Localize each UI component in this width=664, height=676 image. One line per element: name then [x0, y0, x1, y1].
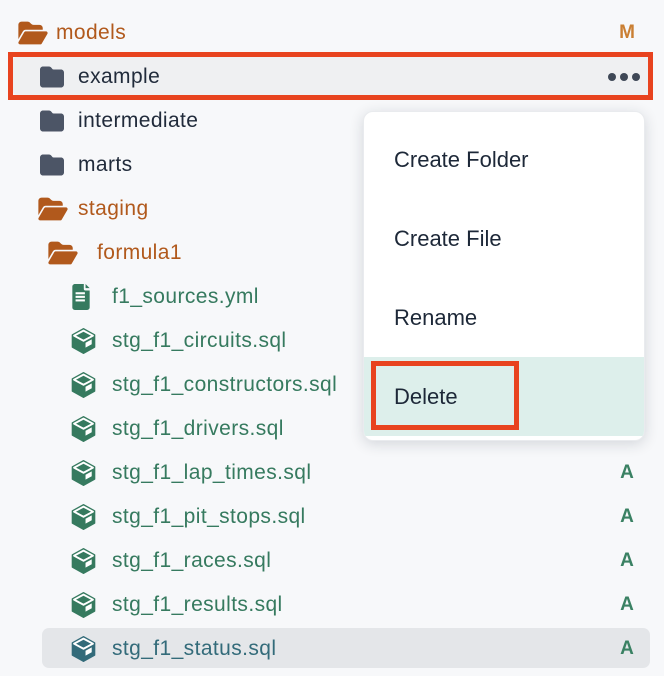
tree-label: stg_f1_constructors.sql [112, 363, 337, 407]
tree-label: stg_f1_races.sql [112, 539, 271, 583]
model-cube-icon [70, 372, 97, 399]
tree-row-stg-f1-races-sql[interactable]: stg_f1_races.sql A [0, 539, 664, 583]
tree-label: f1_sources.yml [112, 275, 259, 319]
folder-open-icon [48, 240, 78, 266]
tree-label: intermediate [78, 99, 198, 143]
tree-label: stg_f1_lap_times.sql [112, 451, 311, 495]
model-cube-icon [70, 548, 97, 575]
tree-row-stg-f1-status-sql[interactable]: stg_f1_status.sql A [0, 627, 664, 671]
ellipsis-menu-icon[interactable] [608, 73, 640, 81]
git-status-badge: A [616, 451, 638, 495]
menu-item-delete[interactable]: Delete [364, 357, 644, 436]
model-cube-icon [70, 328, 97, 355]
menu-item-rename[interactable]: Rename [364, 278, 644, 357]
tree-label: models [56, 11, 126, 55]
tree-label: formula1 [97, 231, 182, 275]
model-cube-icon [70, 416, 97, 443]
git-status-badge: A [616, 495, 638, 539]
tree-label: staging [78, 187, 149, 231]
tree-label: stg_f1_pit_stops.sql [112, 495, 306, 539]
git-status-badge: M [616, 11, 638, 55]
model-cube-icon [70, 460, 97, 487]
tree-row-stg-f1-results-sql[interactable]: stg_f1_results.sql A [0, 583, 664, 627]
tree-row-models[interactable]: models M [0, 11, 664, 55]
tree-label: example [78, 55, 160, 99]
tree-row-stg-f1-pit-stops-sql[interactable]: stg_f1_pit_stops.sql A [0, 495, 664, 539]
folder-closed-icon [38, 65, 66, 89]
git-status-badge: A [616, 539, 638, 583]
folder-open-icon [38, 196, 68, 222]
tree-label: marts [78, 143, 133, 187]
menu-item-create-folder[interactable]: Create Folder [364, 120, 644, 199]
tree-label: stg_f1_circuits.sql [112, 319, 287, 363]
folder-open-icon [18, 20, 48, 46]
folder-closed-icon [38, 153, 66, 177]
model-cube-icon [70, 504, 97, 531]
tree-row-example[interactable]: example [0, 55, 664, 99]
context-menu: Create FolderCreate FileRenameDelete [363, 111, 645, 441]
folder-closed-icon [38, 109, 66, 133]
tree-label: stg_f1_drivers.sql [112, 407, 284, 451]
tree-label: stg_f1_results.sql [112, 583, 283, 627]
git-status-badge: A [616, 627, 638, 671]
menu-item-create-file[interactable]: Create File [364, 199, 644, 278]
tree-row-stg-f1-lap-times-sql[interactable]: stg_f1_lap_times.sql A [0, 451, 664, 495]
git-status-badge: A [616, 583, 638, 627]
model-cube-icon [70, 636, 97, 663]
yaml-file-icon [70, 284, 92, 310]
model-cube-icon [70, 592, 97, 619]
tree-label: stg_f1_status.sql [112, 627, 276, 671]
